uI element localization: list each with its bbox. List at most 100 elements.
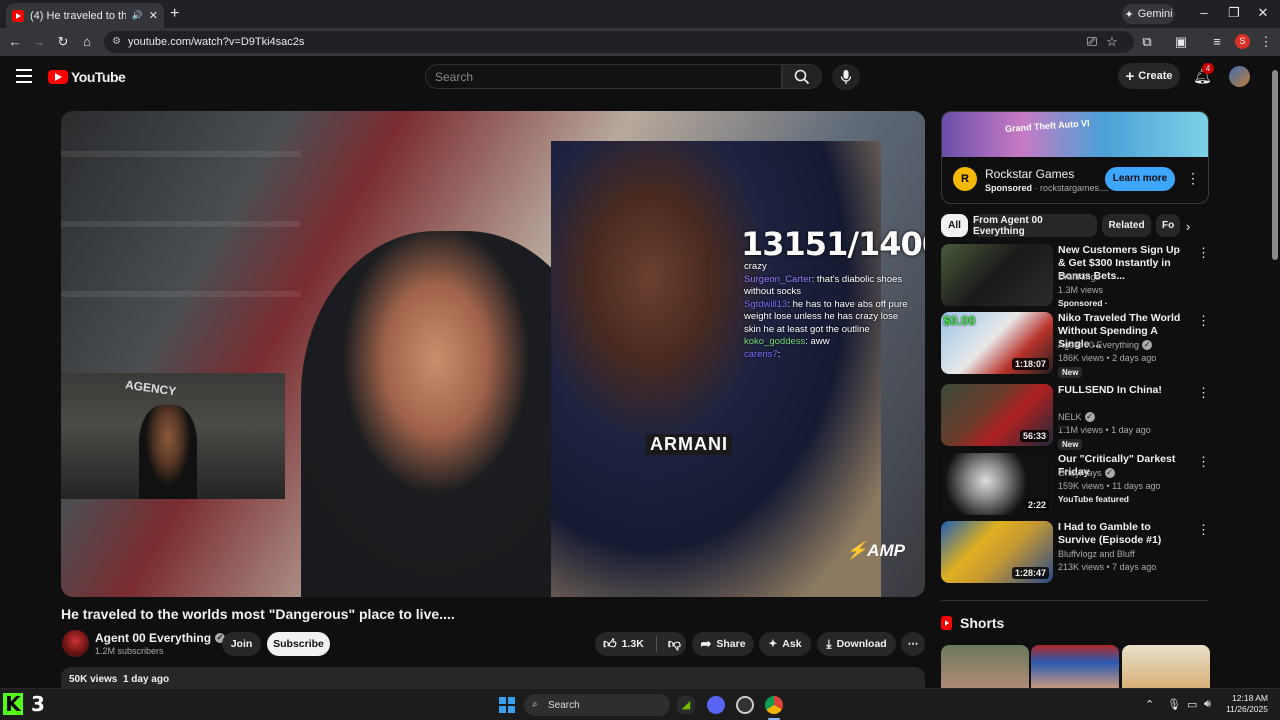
- discord-icon[interactable]: [707, 696, 725, 714]
- rec-more-icon[interactable]: ⋮: [1197, 385, 1210, 401]
- recommendation-item[interactable]: 1:28:47 I Had to Gamble to Survive (Epis…: [941, 521, 1210, 583]
- gta-logo-text: Grand Theft Auto VI: [1004, 118, 1090, 134]
- windows-start-icon[interactable]: [499, 697, 515, 713]
- forward-arrow-icon[interactable]: →: [31, 34, 47, 49]
- more-actions-icon[interactable]: ⋯: [901, 632, 925, 656]
- rec-title[interactable]: I Had to Gamble to Survive (Episode #1): [1058, 521, 1190, 547]
- like-dislike-group: 👍︎ 1.3K 👎︎: [595, 632, 686, 656]
- rec-more-icon[interactable]: ⋮: [1197, 454, 1210, 470]
- address-bar[interactable]: ⚙ youtube.com/watch?v=D9Tki4sac2s: [104, 31, 1134, 53]
- verified-check-icon: ✓: [1142, 340, 1153, 350]
- bookmark-star-icon[interactable]: ☆: [1104, 34, 1120, 50]
- voice-search-button[interactable]: [832, 64, 860, 90]
- page-scrollbar[interactable]: [1270, 56, 1280, 688]
- channel-avatar[interactable]: [62, 630, 89, 657]
- site-info-icon[interactable]: ⚙: [112, 36, 121, 47]
- browser-tab[interactable]: (4) He traveled to the worlds 🔊 ✕: [6, 3, 164, 28]
- speaker-icon[interactable]: 🔊: [132, 10, 143, 21]
- scrollbar-thumb[interactable]: [1272, 70, 1278, 260]
- kick-logo-icon[interactable]: K: [3, 693, 23, 715]
- video-player[interactable]: ARMANI 13151/14000 crazy Surgeon_Carter:…: [61, 111, 925, 597]
- ad-more-icon[interactable]: ⋮: [1186, 170, 1200, 187]
- short-thumbnail[interactable]: [1122, 645, 1210, 688]
- rec-title[interactable]: FULLSEND In China!: [1058, 384, 1190, 397]
- tray-chevron-up-icon[interactable]: ⌃: [1145, 698, 1154, 711]
- ad-banner-image[interactable]: Grand Theft Auto VI: [942, 112, 1208, 157]
- hamburger-menu-icon[interactable]: [16, 69, 32, 83]
- browser-menu-icon[interactable]: ⋮: [1258, 34, 1274, 50]
- recommendation-item[interactable]: New Customers Sign Up & Get $300 Instant…: [941, 244, 1210, 308]
- chip-from-channel[interactable]: From Agent 00 Everything: [973, 214, 1097, 237]
- like-button[interactable]: 👍︎ 1.3K: [603, 636, 644, 652]
- download-label: Download: [836, 638, 887, 650]
- new-tab-button[interactable]: +: [170, 5, 179, 23]
- join-button[interactable]: Join: [222, 632, 261, 656]
- description-box[interactable]: 50K views 1 day ago: [61, 667, 925, 688]
- chat-line: Surgeon_Carter: that's diabolic shoes wi…: [744, 274, 914, 299]
- back-arrow-icon[interactable]: ←: [7, 34, 23, 49]
- chip-all[interactable]: All: [941, 214, 968, 237]
- thumbs-down-icon[interactable]: 👎︎: [668, 636, 681, 652]
- search-input[interactable]: Search: [425, 64, 782, 89]
- obs-icon[interactable]: [736, 696, 754, 714]
- short-thumbnail[interactable]: [1031, 645, 1119, 688]
- rec-more-icon[interactable]: ⋮: [1197, 313, 1210, 329]
- rec-more-icon[interactable]: ⋮: [1197, 522, 1210, 538]
- chat-line: koko_goddess: aww: [744, 336, 914, 349]
- notification-count-badge: 4: [1202, 63, 1214, 74]
- shelf-decor: [61, 291, 301, 297]
- network-icon[interactable]: ▭: [1187, 698, 1197, 711]
- stream-chat-overlay: crazy Surgeon_Carter: that's diabolic sh…: [744, 261, 914, 361]
- recommendation-item[interactable]: 56:33 FULLSEND In China! NELK ✓ 1.1M view…: [941, 384, 1210, 450]
- tab-close-icon[interactable]: ✕: [149, 9, 158, 22]
- search-button[interactable]: [782, 64, 822, 89]
- extensions-icon[interactable]: ⧉: [1139, 34, 1155, 50]
- subscribe-button[interactable]: Subscribe: [267, 632, 330, 656]
- shelf-decor: [61, 221, 301, 227]
- youtube-logo[interactable]: YouTube: [48, 69, 126, 85]
- reload-icon[interactable]: ↻: [55, 34, 71, 50]
- system-clock[interactable]: 12:18 AM 11/26/2025: [1225, 693, 1268, 715]
- share-button[interactable]: ➦ Share: [692, 632, 754, 656]
- video-thumbnail[interactable]: 56:33: [941, 384, 1053, 446]
- download-button[interactable]: ⤓ Download: [817, 632, 896, 656]
- short-thumbnail[interactable]: [941, 645, 1029, 688]
- video-thumbnail[interactable]: 1:28:47: [941, 521, 1053, 583]
- video-thumbnail[interactable]: $0.00 1:18:07: [941, 312, 1053, 374]
- ask-button[interactable]: ✦ Ask: [759, 632, 811, 656]
- rec-views: 186K views • 2 days ago: [1058, 353, 1157, 363]
- learn-more-button[interactable]: Learn more: [1105, 167, 1175, 191]
- restore-icon[interactable]: ❐: [1224, 5, 1244, 21]
- rec-views: 1.3M views: [1058, 285, 1104, 295]
- video-thumbnail[interactable]: [941, 244, 1053, 306]
- tab-title: (4) He traveled to the worlds: [30, 9, 126, 22]
- new-badge: New: [1058, 367, 1083, 378]
- taskbar-search[interactable]: ⌕ Search: [524, 694, 670, 716]
- gemini-button[interactable]: ✦ Gemini: [1122, 4, 1175, 24]
- chrome-icon[interactable]: [765, 696, 783, 714]
- account-avatar[interactable]: [1229, 66, 1250, 87]
- cast-icon[interactable]: ⎚: [1084, 34, 1100, 50]
- recommendation-item[interactable]: 2:22 Our "Critically" Darkest Friday One…: [941, 453, 1210, 515]
- sponsored-ad-card[interactable]: Grand Theft Auto VI R Rockstar Games Spo…: [941, 111, 1209, 204]
- home-icon[interactable]: ⌂: [79, 34, 95, 49]
- create-label: Create: [1138, 70, 1173, 82]
- microphone-tray-icon[interactable]: 🎙︎: [1167, 698, 1181, 711]
- chip-related[interactable]: Related: [1102, 214, 1151, 237]
- profile-avatar[interactable]: S: [1235, 34, 1250, 49]
- chevron-right-icon[interactable]: ›: [1186, 219, 1190, 234]
- volume-icon[interactable]: 🔊︎: [1204, 698, 1211, 711]
- rec-channel-name: NELK: [1058, 412, 1082, 422]
- nvidia-icon[interactable]: ◢: [677, 696, 695, 714]
- window-close-icon[interactable]: ✕: [1253, 5, 1273, 21]
- create-button[interactable]: + Create: [1118, 63, 1180, 89]
- rec-more-icon[interactable]: ⋮: [1197, 245, 1210, 261]
- minimize-icon[interactable]: –: [1194, 5, 1214, 20]
- video-thumbnail[interactable]: 2:22: [941, 453, 1053, 515]
- lightning-icon: ⚡: [846, 541, 868, 560]
- side-panel-icon[interactable]: ▣: [1173, 34, 1189, 50]
- channel-name-link[interactable]: Agent 00 Everything ✓: [95, 631, 226, 645]
- chip-truncated[interactable]: Fo: [1156, 214, 1180, 237]
- media-control-icon[interactable]: ≡: [1209, 34, 1225, 49]
- recommendation-item[interactable]: $0.00 1:18:07 Niko Traveled The World Wi…: [941, 312, 1210, 378]
